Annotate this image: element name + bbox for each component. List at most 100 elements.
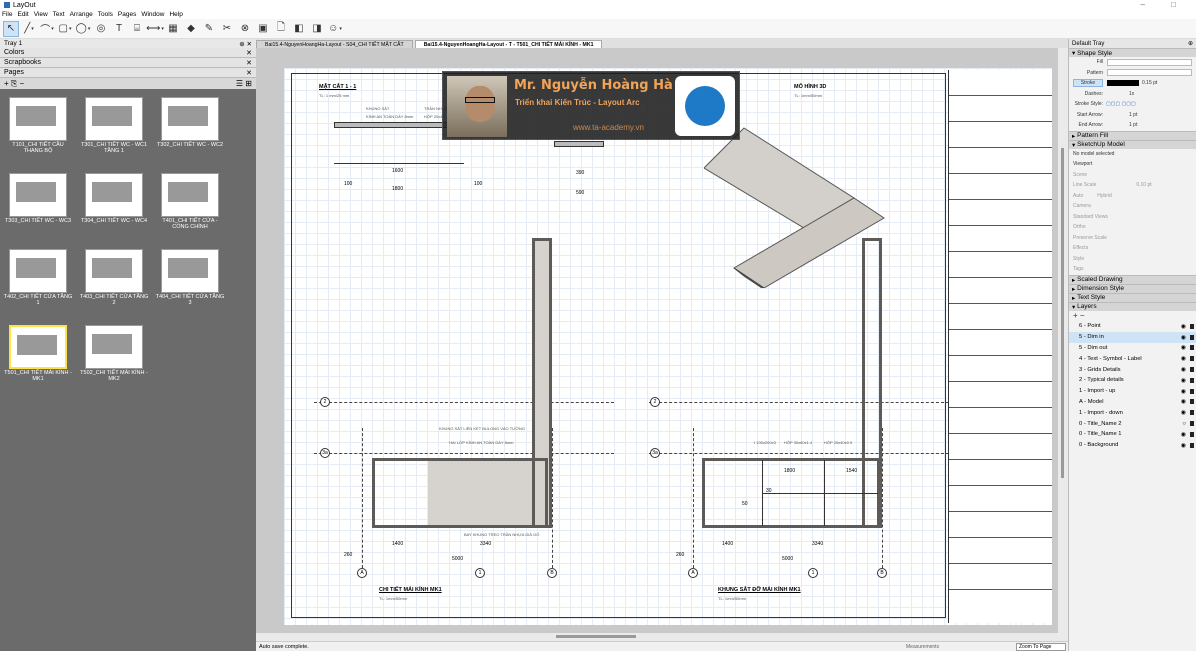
page-thumb[interactable]: T402_CHI TIẾT CỬA TẦNG 1	[2, 249, 74, 306]
user-icon[interactable]: ☺ ▾	[327, 21, 343, 37]
panel-colors[interactable]: Colors ✕	[0, 48, 256, 58]
menu-text[interactable]: Text	[53, 11, 65, 18]
eye-icon[interactable]: ◉	[1181, 377, 1186, 384]
section-dimension-style[interactable]: ▸ Dimension Style	[1069, 283, 1196, 293]
eye-icon[interactable]: ◉	[1181, 344, 1186, 351]
layer-row[interactable]: 2 - Typical details ◉	[1069, 375, 1196, 386]
start-arrow-row[interactable]: Start Arrow: 1 pt	[1069, 110, 1196, 121]
layer-row[interactable]: 0 - Title_Name 1 ◉	[1069, 429, 1196, 440]
lock-icon[interactable]	[1190, 377, 1194, 383]
lock-icon[interactable]	[1190, 356, 1194, 362]
eye-icon[interactable]: ◉	[1181, 388, 1186, 395]
offset-tool-icon[interactable]: ◎	[93, 21, 109, 37]
panel-scrapbooks[interactable]: Scrapbooks ✕	[0, 58, 256, 68]
rectangle-tool-icon[interactable]: ▢ ▾	[57, 21, 73, 37]
lock-icon[interactable]	[1190, 431, 1194, 437]
page-thumb[interactable]: T304_CHI TIẾT WC - WC4	[78, 173, 150, 224]
stroke-style-row[interactable]: Stroke Style: ▢▢▢ ▢▢▢	[1069, 99, 1196, 110]
menu-window[interactable]: Window	[141, 11, 164, 18]
menu-help[interactable]: Help	[169, 11, 182, 18]
menu-edit[interactable]: Edit	[17, 11, 28, 18]
next-page-icon[interactable]: ◨	[309, 21, 325, 37]
lock-icon[interactable]	[1190, 323, 1194, 329]
panel-pages[interactable]: Pages ✕	[0, 68, 256, 78]
layer-row[interactable]: 4 - Text - Symbol - Label ◉	[1069, 353, 1196, 364]
dashes-row[interactable]: Dashes: 1x	[1069, 89, 1196, 100]
window-controls[interactable]: – □	[1140, 0, 1188, 9]
eye-icon[interactable]: ◉	[1181, 398, 1186, 405]
lock-icon[interactable]	[1190, 410, 1194, 416]
stroke-swatch[interactable]	[1107, 80, 1139, 87]
list-grid-toggle-icon[interactable]: ☰ ⊞	[236, 79, 252, 88]
join-tool-icon[interactable]: ⊗	[237, 21, 253, 37]
close-icon[interactable]: ✕	[246, 69, 252, 77]
dash-scale[interactable]: 1x	[1129, 91, 1134, 97]
split-tool-icon[interactable]: ✂	[219, 21, 235, 37]
stroke-row[interactable]: Stroke 0.15 pt	[1069, 78, 1196, 89]
add-remove-page-icon[interactable]: + ⎘ −	[4, 79, 24, 89]
layer-row[interactable]: A - Model ◉	[1069, 397, 1196, 408]
close-icon[interactable]: ✕	[246, 59, 252, 67]
lock-icon[interactable]	[1190, 399, 1194, 405]
layer-row[interactable]: 1 - Import - up ◉	[1069, 386, 1196, 397]
circle-tool-icon[interactable]: ◯ ▾	[75, 21, 91, 37]
lock-icon[interactable]	[1190, 388, 1194, 394]
page-thumb[interactable]: T403_CHI TIẾT CỬA TẦNG 2	[78, 249, 150, 306]
eye-icon[interactable]: ◉	[1181, 431, 1186, 438]
section-sketchup-model[interactable]: ▾ SketchUp Model	[1069, 139, 1196, 149]
horizontal-scrollbar[interactable]	[256, 633, 1068, 641]
section-pattern-fill[interactable]: ▸ Pattern Fill	[1069, 130, 1196, 140]
eye-icon[interactable]: ◉	[1181, 334, 1186, 341]
eye-icon[interactable]: ◉	[1181, 366, 1186, 373]
select-tool-icon[interactable]: ↖	[3, 20, 19, 37]
style-tool-icon[interactable]: ✎	[201, 21, 217, 37]
layer-row[interactable]: 0 - Background ◉	[1069, 440, 1196, 451]
layer-row[interactable]: 6 - Point ◉	[1069, 321, 1196, 332]
menu-pages[interactable]: Pages	[118, 11, 136, 18]
layer-row[interactable]: 0 - Title_Name 2 ○	[1069, 418, 1196, 429]
lock-icon[interactable]	[1190, 421, 1194, 427]
lock-icon[interactable]	[1190, 367, 1194, 373]
lock-icon[interactable]	[1190, 345, 1194, 351]
page-thumb[interactable]: T502_CHI TIẾT MÁI KÍNH - MK2	[78, 325, 150, 382]
page-thumb[interactable]: T302_CHI TIẾT WC - WC2	[154, 97, 226, 148]
eye-icon[interactable]: ◉	[1181, 323, 1186, 330]
screen-present-icon[interactable]: ▣	[255, 21, 271, 37]
close-icon[interactable]: ✕	[246, 49, 252, 57]
lock-icon[interactable]	[1190, 442, 1194, 448]
page-thumb-selected[interactable]: T501_CHI TIẾT MÁI KÍNH - MK1	[2, 325, 74, 382]
menu-file[interactable]: File	[2, 11, 12, 18]
stroke-width[interactable]: 0.15 pt	[1142, 80, 1157, 86]
page-thumb[interactable]: T101_CHI TIẾT CẦU THANG BỘ	[2, 97, 74, 154]
layer-row-active[interactable]: 5 - Dim in ◉	[1069, 331, 1196, 343]
menu-view[interactable]: View	[34, 11, 48, 18]
add-page-icon[interactable]: 🗋	[273, 21, 289, 37]
layer-row[interactable]: 5 - Dim out ◉	[1069, 343, 1196, 354]
dimension-tool-icon[interactable]: ⟷ ▾	[146, 21, 164, 37]
section-scaled-drawing[interactable]: ▸ Scaled Drawing	[1069, 274, 1196, 284]
stroke-label[interactable]: Stroke	[1073, 79, 1103, 88]
page-thumb[interactable]: T301_CHI TIẾT WC - WC1 TẦNG 1	[78, 97, 150, 154]
table-tool-icon[interactable]: ▦	[165, 21, 181, 37]
menu-arrange[interactable]: Arrange	[70, 11, 93, 18]
pattern-row[interactable]: Pattern	[1069, 68, 1196, 79]
section-text-style[interactable]: ▸ Text Style	[1069, 292, 1196, 302]
layer-row[interactable]: 1 - Import - down ◉	[1069, 407, 1196, 418]
tab-active[interactable]: Bai15.4-NguyenHoangHa-Layout - T - T501_…	[414, 40, 603, 48]
pin-icon[interactable]: ⊕	[1188, 40, 1193, 47]
eye-icon[interactable]: ◉	[1181, 442, 1186, 449]
page-thumb[interactable]: T303_CHI TIẾT WC - WC3	[2, 173, 74, 224]
prev-page-icon[interactable]: ◧	[291, 21, 307, 37]
fill-row[interactable]: Fill	[1069, 57, 1196, 68]
end-arrow-row[interactable]: End Arrow: 1 pt	[1069, 120, 1196, 131]
arc-tool-icon[interactable]: ⌒ ▾	[39, 21, 55, 37]
scroll-thumb[interactable]	[556, 635, 636, 638]
zoom-select[interactable]: Zoom To Page	[1016, 642, 1066, 651]
label-tool-icon[interactable]: ⌸	[129, 21, 145, 37]
line-tool-icon[interactable]: ╱ ▾	[21, 21, 37, 37]
end-arrow-size[interactable]: 1 pt	[1129, 122, 1137, 128]
eraser-tool-icon[interactable]: ◆	[183, 21, 199, 37]
cap-join-icons[interactable]: ▢▢▢ ▢▢▢	[1106, 101, 1136, 107]
eye-icon[interactable]: ◉	[1181, 409, 1186, 416]
vertical-scrollbar[interactable]	[1058, 48, 1068, 633]
